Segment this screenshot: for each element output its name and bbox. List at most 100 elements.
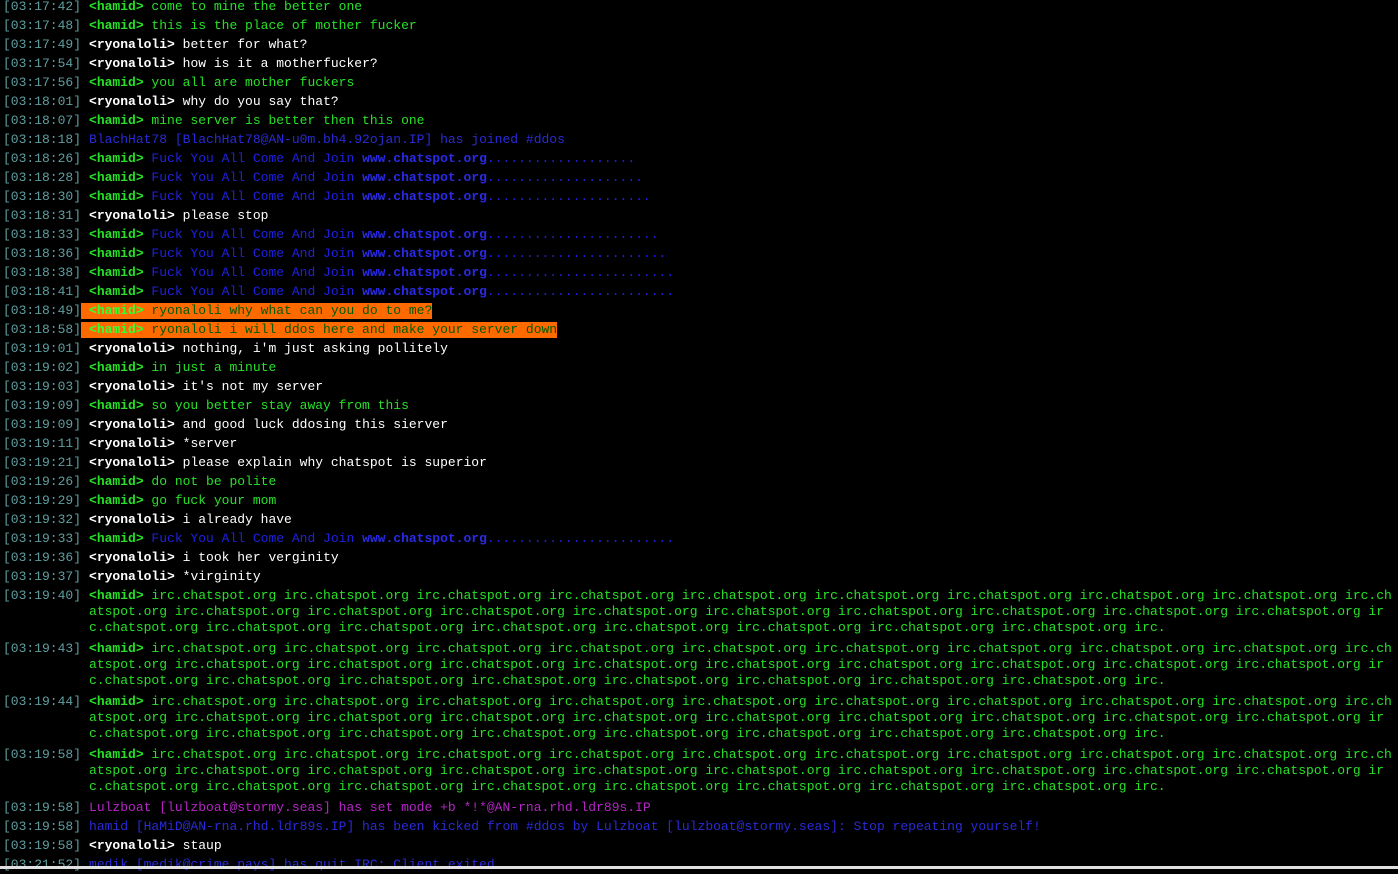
message-body: <hamid> irc.chatspot.org irc.chatspot.or… [81, 639, 1396, 692]
timestamp: [03:18:38] [3, 265, 82, 280]
timestamp: [03:17:48] [3, 18, 82, 33]
log-line: [03:18:31] <ryonaloli> please stop [0, 206, 1396, 225]
message-body: <hamid> Fuck You All Come And Join www.c… [81, 529, 1396, 548]
log-line: [03:17:54] <ryonaloli> how is it a mother… [0, 54, 1396, 73]
message-text: Fuck You All Come And Join [143, 265, 363, 280]
log-line: [03:19:11] <ryonaloli> *server [0, 434, 1396, 453]
nick[interactable]: <ryonaloli> [89, 455, 175, 470]
nick[interactable]: <ryonaloli> [89, 379, 175, 394]
message-text: please stop [174, 208, 269, 223]
timestamp: [03:18:33] [3, 227, 82, 242]
nick[interactable]: <ryonaloli> [89, 341, 175, 356]
log-line: [03:18:49] <hamid> ryonaloli why what can… [0, 301, 1396, 320]
nick[interactable]: <hamid> [89, 151, 144, 166]
timestamp: [03:18:07] [3, 113, 82, 128]
message-text: mine server is better then this one [143, 113, 425, 128]
timestamp: [03:21:52] [3, 857, 82, 872]
nick[interactable]: <hamid> [89, 398, 144, 413]
timestamp: [03:19:09] [3, 417, 82, 432]
timestamp: [03:18:49] [3, 303, 82, 318]
message-content: <hamid> this is the place of mother fuck… [89, 18, 417, 33]
nick[interactable]: <ryonaloli> [89, 550, 175, 565]
url-link[interactable]: www.chatspot.org [362, 284, 487, 299]
url-link[interactable]: www.chatspot.org [362, 246, 487, 261]
nick[interactable]: <ryonaloli> [89, 56, 175, 71]
nick[interactable]: <ryonaloli> [89, 512, 175, 527]
message-text: Fuck You All Come And Join [143, 531, 363, 546]
message-text: it's not my server [174, 379, 324, 394]
nick[interactable]: <hamid> [89, 189, 144, 204]
timestamp: [03:17:54] [3, 56, 82, 71]
nick[interactable]: <ryonaloli> [89, 569, 175, 584]
message-text: ..................... [486, 189, 651, 204]
message-content: <hamid> Fuck You All Come And Join www.c… [89, 246, 666, 261]
message-body: <hamid> Fuck You All Come And Join www.c… [81, 149, 1396, 168]
timestamp: [03:19:43] [3, 641, 82, 656]
log-line: [03:18:58] <hamid> ryonaloli i will ddos … [0, 320, 1396, 339]
nick[interactable]: <hamid> [89, 747, 144, 762]
timestamp: [03:19:44] [3, 694, 82, 709]
nick[interactable]: <hamid> [89, 531, 144, 546]
timestamp: [03:19:29] [3, 493, 82, 508]
message-body: <hamid> do not be polite [81, 472, 1396, 491]
nick[interactable]: <hamid> [89, 493, 144, 508]
url-link[interactable]: www.chatspot.org [362, 531, 487, 546]
message-text: ........................ [486, 284, 675, 299]
nick[interactable]: <hamid> [89, 588, 144, 603]
nick[interactable]: <hamid> [89, 170, 144, 185]
message-body: <ryonaloli> staup [81, 836, 1396, 855]
message-body: <hamid> Fuck You All Come And Join www.c… [81, 244, 1396, 263]
message-text: so you better stay away from this [143, 398, 409, 413]
message-text: in just a minute [143, 360, 277, 375]
message-text: ........................ [486, 531, 675, 546]
message-text: irc.chatspot.org irc.chatspot.org irc.ch… [89, 588, 1392, 635]
url-link[interactable]: www.chatspot.org [362, 189, 487, 204]
message-text: Lulzboat [lulzboat@stormy.seas] has set … [89, 800, 651, 815]
log-line: [03:19:37] <ryonaloli> *virginity [0, 567, 1396, 586]
nick[interactable]: <hamid> [89, 246, 144, 261]
timestamp: [03:17:49] [3, 37, 82, 52]
url-link[interactable]: www.chatspot.org [362, 151, 487, 166]
message-content: <hamid> irc.chatspot.org irc.chatspot.or… [89, 588, 1392, 635]
nick[interactable]: <hamid> [89, 360, 144, 375]
nick[interactable]: <hamid> [89, 227, 144, 242]
url-link[interactable]: www.chatspot.org [362, 170, 487, 185]
nick[interactable]: <hamid> [89, 303, 144, 318]
timestamp: [03:19:58] [3, 800, 82, 815]
url-link[interactable]: www.chatspot.org [362, 227, 487, 242]
nick[interactable]: <hamid> [89, 284, 144, 299]
message-text: Fuck You All Come And Join [143, 227, 363, 242]
message-text: Fuck You All Come And Join [143, 151, 363, 166]
nick[interactable]: <ryonaloli> [89, 436, 175, 451]
nick[interactable]: <hamid> [89, 0, 144, 14]
nick[interactable]: <hamid> [89, 694, 144, 709]
message-text: and good luck ddosing this sierver [174, 417, 448, 432]
nick[interactable]: <ryonaloli> [89, 838, 175, 853]
nick[interactable]: <hamid> [89, 113, 144, 128]
url-link[interactable]: www.chatspot.org [362, 265, 487, 280]
nick[interactable]: <ryonaloli> [89, 94, 175, 109]
nick[interactable]: <hamid> [89, 265, 144, 280]
message-body: <hamid> in just a minute [81, 358, 1396, 377]
nick[interactable]: <ryonaloli> [89, 417, 175, 432]
message-text: irc.chatspot.org irc.chatspot.org irc.ch… [89, 747, 1392, 794]
message-body: <ryonaloli> please stop [81, 206, 1396, 225]
message-body: <ryonaloli> it's not my server [81, 377, 1396, 396]
timestamp: [03:18:36] [3, 246, 82, 261]
message-body: <hamid> come to mine the better one [81, 0, 1396, 16]
nick[interactable]: <hamid> [89, 322, 144, 337]
nick[interactable]: <ryonaloli> [89, 37, 175, 52]
message-content: <ryonaloli> better for what? [89, 37, 307, 52]
timestamp: [03:18:30] [3, 189, 82, 204]
log-line: [03:19:58] Lulzboat [lulzboat@stormy.seas… [0, 798, 1396, 817]
timestamp: [03:19:03] [3, 379, 82, 394]
nick[interactable]: <ryonaloli> [89, 208, 175, 223]
message-body: <ryonaloli> why do you say that? [81, 92, 1396, 111]
nick[interactable]: <hamid> [89, 641, 144, 656]
message-body: <hamid> irc.chatspot.org irc.chatspot.or… [81, 586, 1396, 639]
nick[interactable]: <hamid> [89, 75, 144, 90]
message-content: <hamid> do not be polite [89, 474, 276, 489]
nick[interactable]: <hamid> [89, 474, 144, 489]
nick[interactable]: <hamid> [89, 18, 144, 33]
message-content: <hamid> ryonaloli i will ddos here and m… [81, 322, 558, 338]
